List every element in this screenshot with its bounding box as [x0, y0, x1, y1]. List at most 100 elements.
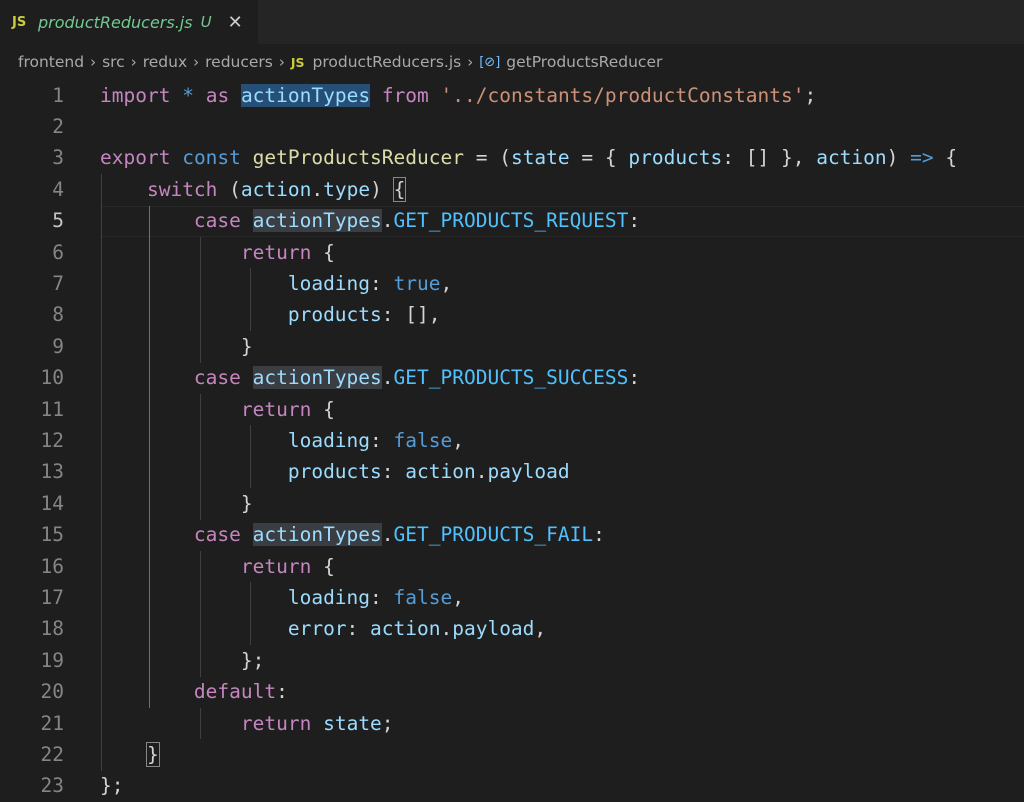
code-line[interactable]: 8 products: [],	[0, 299, 1024, 330]
code-line[interactable]: 9 }	[0, 331, 1024, 362]
code-line[interactable]: 10 case actionTypes.GET_PRODUCTS_SUCCESS…	[0, 362, 1024, 393]
line-code: default:	[100, 676, 288, 707]
line-number: 1	[52, 83, 64, 107]
code-token: {	[933, 146, 958, 170]
line-number: 14	[40, 491, 64, 515]
tab-filename: productReducers.js	[38, 12, 193, 32]
code-line[interactable]: 6 return {	[0, 237, 1024, 268]
code-token: actionTypes	[252, 209, 382, 233]
line-code: export const getProductsReducer = (state…	[100, 142, 957, 173]
tab-product-reducers[interactable]: JS productReducers.js U ✕	[0, 0, 259, 44]
code-line[interactable]: 12 loading: false,	[0, 425, 1024, 456]
code-token: getProductsReducer	[252, 146, 464, 170]
code-token: .	[381, 523, 394, 547]
code-token: loading	[287, 428, 371, 452]
line-code: switch (action.type) {	[100, 174, 407, 205]
code-token: .	[381, 209, 394, 233]
code-line[interactable]: 15 case actionTypes.GET_PRODUCTS_FAIL:	[0, 519, 1024, 550]
code-token: };	[100, 774, 124, 798]
code-line[interactable]: 1 import * as actionTypes from '../consta…	[0, 80, 1024, 111]
code-token: case	[193, 209, 241, 233]
code-line[interactable]: 11 return {	[0, 394, 1024, 425]
code-token: actionTypes	[252, 523, 382, 547]
breadcrumb-item-file[interactable]: productReducers.js	[313, 53, 462, 71]
code-token: actionTypes	[252, 366, 382, 390]
code-token: )	[886, 146, 911, 170]
code-token: :	[370, 428, 394, 452]
code-token: };	[100, 648, 265, 672]
code-line[interactable]: 20 default:	[0, 676, 1024, 707]
line-code: return state;	[100, 708, 394, 739]
line-code: products: action.payload	[100, 456, 570, 487]
line-code: };	[100, 770, 123, 801]
code-line[interactable]: 7 loading: true,	[0, 268, 1024, 299]
code-line[interactable]: 2	[0, 111, 1024, 142]
code-token: false	[393, 428, 453, 452]
code-token: state	[323, 711, 382, 735]
code-token: action	[405, 460, 476, 484]
breadcrumb-item-src[interactable]: src	[102, 53, 125, 71]
code-token: products	[287, 303, 382, 327]
breadcrumb-item-frontend[interactable]: frontend	[18, 53, 84, 71]
line-number: 20	[40, 680, 64, 704]
line-code: };	[100, 645, 265, 676]
code-token: ,	[452, 585, 464, 609]
code-token: action	[370, 617, 441, 641]
line-number: 4	[52, 177, 64, 201]
code-token: ;	[804, 83, 817, 107]
code-token: ,	[440, 271, 453, 295]
breadcrumb-item-reducers[interactable]: reducers	[205, 53, 273, 71]
code-token: switch	[146, 177, 218, 201]
code-editor[interactable]: 1 import * as actionTypes from '../consta…	[0, 80, 1024, 801]
code-line[interactable]: 22 }	[0, 739, 1024, 770]
breadcrumb-item-redux[interactable]: redux	[143, 53, 187, 71]
code-line[interactable]: 18 error: action.payload,	[0, 613, 1024, 644]
code-token: {	[392, 176, 407, 202]
code-line[interactable]: 13 products: action.payload	[0, 456, 1024, 487]
code-line[interactable]: 3 export const getProductsReducer = (stat…	[0, 142, 1024, 173]
close-icon[interactable]: ✕	[228, 12, 243, 33]
line-code: case actionTypes.GET_PRODUCTS_REQUEST:	[100, 205, 640, 236]
symbol-variable-icon: [⊘]	[479, 54, 501, 70]
code-token: :	[370, 271, 394, 295]
code-line[interactable]: 17 loading: false,	[0, 582, 1024, 613]
code-token: loading	[287, 585, 371, 609]
code-token: type	[323, 177, 371, 201]
line-code: case actionTypes.GET_PRODUCTS_FAIL:	[100, 519, 605, 550]
line-code: return {	[100, 551, 335, 582]
code-line[interactable]: 4 switch (action.type) {	[0, 174, 1024, 205]
code-line[interactable]: 14 }	[0, 488, 1024, 519]
code-line[interactable]: 16 return {	[0, 551, 1024, 582]
code-token: actionTypes	[240, 83, 371, 107]
line-number: 16	[40, 554, 64, 578]
code-line[interactable]: 21 return state;	[0, 708, 1024, 739]
code-line[interactable]: 23};	[0, 770, 1024, 801]
code-token: = (	[463, 146, 511, 170]
chevron-right-icon: ›	[130, 53, 137, 71]
line-code: }	[100, 331, 253, 362]
code-token: .	[475, 460, 488, 484]
line-code: loading: false,	[100, 582, 464, 613]
code-token: GET_PRODUCTS_REQUEST	[393, 209, 629, 233]
line-code: products: [],	[100, 299, 441, 330]
code-line[interactable]: 19 };	[0, 645, 1024, 676]
code-line[interactable]: 5 case actionTypes.GET_PRODUCTS_REQUEST:	[0, 205, 1024, 236]
line-code: import * as actionTypes from '../constan…	[100, 80, 816, 111]
code-token: .	[311, 177, 324, 201]
breadcrumb-item-symbol[interactable]: getProductsReducer	[506, 53, 662, 71]
code-token: :	[593, 523, 605, 547]
line-number: 13	[40, 460, 64, 484]
